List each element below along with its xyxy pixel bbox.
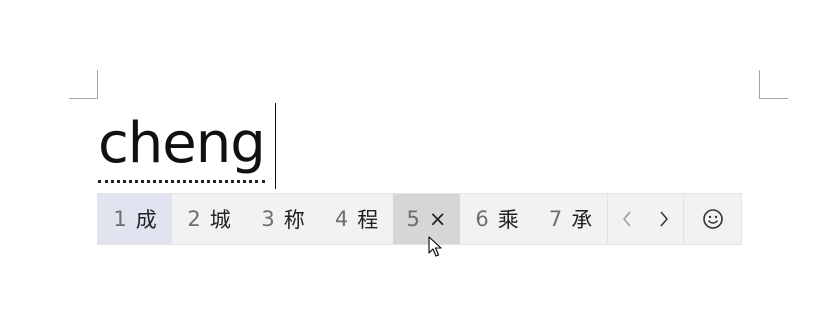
candidate-7[interactable]: 7 承 <box>534 194 607 244</box>
smiley-icon <box>702 209 723 229</box>
text-caret <box>275 103 276 189</box>
chevron-right-icon <box>660 211 668 227</box>
candidate-4[interactable]: 4 程 <box>320 194 393 244</box>
candidate-number: 1 <box>113 207 127 231</box>
candidate-number: 3 <box>261 207 275 231</box>
candidate-number: 7 <box>548 207 563 231</box>
candidate-number: 5 <box>406 207 420 231</box>
emoji-button[interactable] <box>683 194 741 244</box>
next-page-button[interactable] <box>645 194 683 244</box>
candidate-2[interactable]: 2 城 <box>172 194 246 244</box>
candidate-text: 城 <box>209 208 231 232</box>
ime-composition: cheng <box>98 106 266 186</box>
page-corner-mark-top-left <box>69 70 98 99</box>
candidate-number: 4 <box>334 207 349 231</box>
candidate-text: 乘 <box>497 208 519 232</box>
candidate-number: 6 <box>475 207 489 231</box>
candidate-3[interactable]: 3 称 <box>246 194 320 244</box>
ime-candidate-bar: 1 成 2 城 3 称 4 程 5 × 6 乘 7 承 <box>97 193 742 245</box>
candidate-text: 承 <box>571 208 593 232</box>
page-corner-mark-top-right <box>759 70 788 99</box>
candidate-6[interactable]: 6 乘 <box>460 194 534 244</box>
candidate-text: × <box>428 207 447 231</box>
candidate-text: 成 <box>135 208 157 232</box>
candidate-text: 程 <box>357 208 379 232</box>
prev-page-button[interactable] <box>607 194 645 244</box>
candidate-5[interactable]: 5 × <box>393 194 460 244</box>
document-page: cheng 1 成 2 城 3 称 4 程 5 × 6 乘 7 承 <box>0 0 840 310</box>
mouse-pointer-icon <box>428 236 442 257</box>
candidate-number: 2 <box>187 207 201 231</box>
chevron-left-icon <box>622 211 631 227</box>
candidate-text: 称 <box>283 208 305 232</box>
candidate-1[interactable]: 1 成 <box>98 194 172 244</box>
composition-text: cheng <box>98 106 266 183</box>
